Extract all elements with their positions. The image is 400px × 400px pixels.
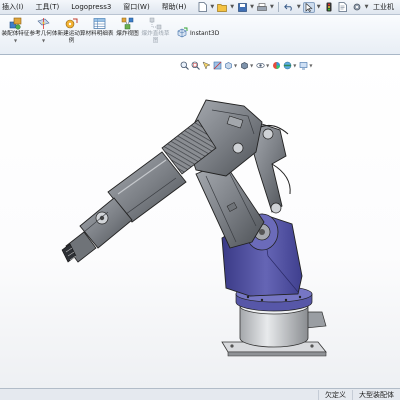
command-manager: 装配体特征 ▼ 参考几何体 ▼ 新建运动算例 材料明细表 爆炸视图 爆炸直线草图… — [0, 15, 400, 55]
large-assembly-status[interactable]: 大型装配体 — [352, 389, 400, 400]
options-dropdown-icon[interactable]: ▼ — [365, 4, 369, 10]
explode-line-sketch-label: 爆炸直线草图 — [141, 31, 170, 44]
reference-geometry-button[interactable]: 参考几何体 ▼ — [30, 15, 57, 43]
print-dropdown-icon[interactable]: ▼ — [270, 4, 274, 10]
print-icon — [257, 2, 267, 11]
menu-insert[interactable]: 插入(I) — [0, 2, 30, 12]
window-title: 工业机 — [373, 3, 394, 11]
explode-line-sketch-button[interactable]: 爆炸直线草图 — [142, 15, 169, 44]
folder-icon — [217, 3, 228, 12]
options-button[interactable] — [351, 2, 363, 13]
gear-icon — [353, 3, 360, 11]
menu-logopress[interactable]: Logopress3 — [65, 3, 117, 11]
file-properties-icon — [338, 2, 347, 12]
traffic-light-icon — [326, 2, 332, 12]
assembly-feature-icon — [9, 17, 22, 30]
menu-bar: 插入(I) 工具(T) Logopress3 窗口(W) 帮助(H) ▼ ▼ ▼… — [0, 0, 400, 15]
exploded-view-label: 爆炸视图 — [116, 31, 139, 37]
new-document-icon — [198, 2, 207, 12]
undo-icon — [283, 4, 292, 11]
undo-dropdown-icon[interactable]: ▼ — [297, 4, 301, 10]
reference-geometry-dropdown-icon[interactable]: ▼ — [42, 38, 45, 43]
quick-access-toolbar: ▼ ▼ ▼ ▼ ▼ ▼ ▼ — [196, 1, 369, 13]
assembly-feature-dropdown-icon[interactable]: ▼ — [14, 38, 17, 43]
bom-label: 材料明细表 — [85, 31, 114, 37]
reference-geometry-icon — [37, 18, 50, 29]
save-dropdown-icon[interactable]: ▼ — [250, 4, 254, 10]
new-motion-study-icon — [65, 18, 78, 29]
definition-status: 欠定义 — [318, 389, 352, 400]
cursor-icon — [305, 2, 313, 12]
new-dropdown-icon[interactable]: ▼ — [210, 4, 214, 10]
menu-help[interactable]: 帮助(H) — [156, 2, 193, 12]
select-dropdown-icon[interactable]: ▼ — [317, 4, 321, 10]
instant3d-button[interactable]: Instant3D — [176, 27, 219, 39]
open-dropdown-icon[interactable]: ▼ — [230, 4, 234, 10]
new-document-button[interactable] — [196, 2, 208, 13]
open-button[interactable] — [216, 2, 228, 13]
rebuild-button[interactable] — [323, 2, 335, 13]
select-button[interactable] — [302, 1, 315, 13]
undo-button[interactable] — [283, 2, 295, 13]
new-motion-study-label: 新建运动算例 — [57, 31, 86, 44]
file-properties-button[interactable] — [337, 2, 349, 13]
instant3d-icon — [177, 27, 188, 38]
robot-arm-model[interactable] — [0, 56, 400, 388]
lower-arm-link — [195, 161, 265, 249]
explode-line-sketch-icon — [149, 17, 162, 30]
exploded-view-button[interactable]: 爆炸视图 — [114, 15, 141, 38]
menu-window[interactable]: 窗口(W) — [117, 2, 155, 12]
bom-button[interactable]: 材料明细表 — [86, 15, 113, 38]
print-button[interactable] — [256, 2, 268, 13]
save-button[interactable] — [236, 2, 248, 13]
status-bar: 欠定义 大型装配体 — [0, 388, 400, 400]
bom-icon — [93, 18, 106, 29]
toolbar-separator — [277, 2, 279, 12]
assembly-feature-button[interactable]: 装配体特征 ▼ — [2, 15, 29, 43]
save-icon — [237, 2, 247, 12]
instant3d-label: Instant3D — [190, 29, 220, 37]
new-motion-study-button[interactable]: 新建运动算例 — [58, 15, 85, 44]
menu-tools[interactable]: 工具(T) — [30, 2, 66, 12]
exploded-view-icon — [121, 17, 134, 30]
